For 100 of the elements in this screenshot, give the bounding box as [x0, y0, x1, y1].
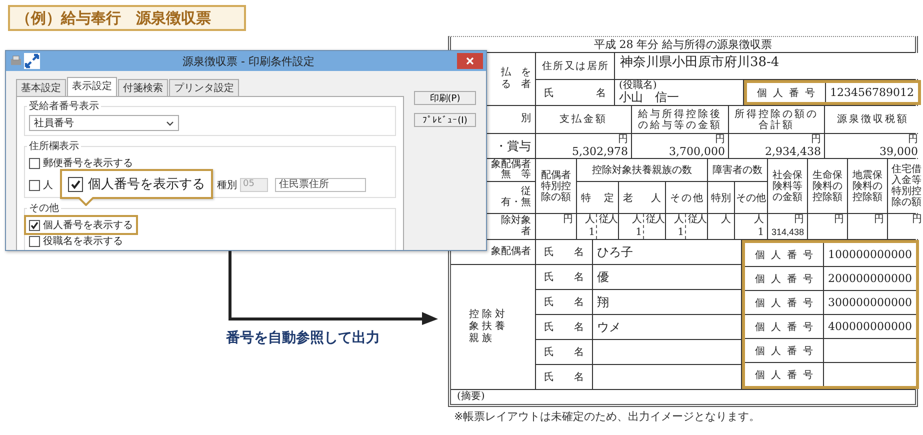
field-label: 個人番号: [754, 296, 814, 310]
close-button[interactable]: [457, 53, 483, 69]
tab[interactable]: 表示設定: [67, 77, 117, 96]
number-value: 300000000000: [827, 296, 913, 309]
row-label: 払 を: [501, 68, 531, 78]
number-value: 123456789012: [829, 86, 915, 99]
number-value: 100000000000: [827, 248, 913, 261]
tab[interactable]: 付箋検索: [118, 79, 168, 96]
amount-value: 5,302,978: [571, 145, 628, 158]
checkbox-label: 郵便番号を表示する: [43, 156, 133, 170]
unit-label: 人: [585, 215, 595, 225]
unit-label: 人: [632, 215, 642, 225]
text-field[interactable]: 住民票住所: [275, 178, 366, 192]
unit-label: 円: [715, 135, 725, 145]
unit-label: 円: [908, 135, 918, 145]
field-label: 氏名: [543, 86, 607, 100]
column-header: 特別: [711, 192, 731, 204]
column-header: 源泉徴収税額: [837, 114, 909, 125]
chevron-down-icon: [166, 120, 174, 126]
name-value: 小山 信一: [619, 91, 679, 105]
field-label: 氏名: [543, 296, 585, 309]
name-value: 優: [597, 268, 609, 286]
unit-label: 従人: [646, 215, 664, 225]
dialog-title: 源泉徴収票 - 印刷条件設定: [182, 54, 316, 68]
dropdown[interactable]: 社員番号: [29, 115, 179, 131]
column-header: その他: [736, 192, 766, 204]
unit-label: 人: [674, 215, 684, 225]
unit-label: 円: [811, 135, 821, 145]
arrow-caption: 番号を自動参照して出力: [226, 329, 381, 347]
checkbox[interactable]: [29, 180, 40, 190]
count-value: 1: [636, 227, 642, 238]
count-value: 1: [588, 227, 595, 238]
column-header: 地震保険料の控除額: [852, 170, 884, 202]
row-label: 象配偶者: [491, 160, 531, 170]
name-value: ひろ子: [597, 244, 633, 260]
group-title: 住所欄表示: [28, 140, 80, 153]
expand-arrows-icon: [24, 53, 40, 69]
row-label: 無 等: [501, 170, 531, 180]
title-banner: （例）給与奉行 源泉徴収票: [8, 5, 246, 31]
column-header: 給与所得控除後の給与等の金額: [637, 108, 723, 130]
row-label: 従: [521, 187, 531, 197]
column-header: 障害者の数: [712, 164, 762, 177]
tab[interactable]: 基本設定: [16, 79, 66, 96]
column-header: その他: [669, 192, 704, 204]
unit-label: 従人: [599, 215, 617, 225]
footnote: ※帳票レイアウトは未確定のため、出力イメージとなります。: [454, 410, 762, 423]
field-label: 氏名: [543, 370, 585, 384]
row-label: ・賞与: [495, 140, 531, 152]
row-label: 有・無: [501, 198, 531, 208]
unit-label: 人: [754, 215, 764, 225]
unit-label: 円: [912, 215, 922, 225]
unit-label: 円: [618, 135, 628, 145]
row-label: 象配偶者: [491, 246, 531, 258]
column-header: 社会保険料等の金額: [772, 170, 804, 202]
tab[interactable]: プリンタ設定: [169, 79, 239, 96]
field-label: 種別: [217, 179, 237, 192]
checkbox[interactable]: [29, 220, 40, 230]
unit-label: 円: [794, 215, 804, 225]
close-icon: [466, 57, 474, 65]
amount-value: 3,700,000: [668, 145, 725, 158]
unit-label: 人: [721, 215, 731, 225]
dialog-button[interactable]: 印刷(P): [414, 91, 476, 105]
remarks-label: (摘要): [457, 391, 485, 402]
row-label: る 者: [501, 80, 531, 90]
field-label: 個人番号: [754, 272, 814, 286]
amount-value: 2,934,438: [764, 145, 821, 158]
unit-label: 従人: [688, 215, 706, 225]
field-label: 個人番号: [754, 368, 814, 382]
count-value: 1: [678, 227, 684, 238]
field-label: 個人番号: [756, 86, 816, 100]
row-label: 者: [521, 226, 531, 237]
column-header: 配偶者特別控除の額: [540, 170, 572, 202]
column-header: 所得控除の額の合計額: [734, 108, 820, 130]
column-header: 生命保険料の控除額: [812, 170, 844, 202]
checkbox[interactable]: [29, 236, 40, 246]
checkbox-label: 役職名を表示する: [43, 234, 123, 248]
unit-label: 円: [874, 215, 884, 225]
field-label: 氏名: [543, 320, 585, 334]
field-label: 氏名: [543, 270, 585, 284]
name-value: ウメ: [597, 318, 621, 336]
count-value: 1: [758, 227, 764, 238]
number-value: 200000000000: [827, 272, 913, 285]
column-header: 控除対象扶養親族の数: [592, 164, 692, 177]
column-header: 特定: [580, 192, 615, 204]
dialog-button[interactable]: ﾌﾟﾚﾋﾞｭｰ(I): [414, 113, 476, 127]
amount-value: 314,438: [771, 227, 804, 238]
number-value: 400000000000: [827, 320, 913, 333]
printer-icon: [10, 55, 22, 67]
column-header: 支払金額: [560, 114, 608, 125]
field-label: 住所又は居所: [541, 60, 609, 73]
field-label: 氏名: [543, 346, 585, 359]
field-label: 個人番号: [754, 320, 814, 334]
group-title: 受給者番号表示: [28, 100, 100, 113]
checkbox-label: 個人番号を表示する: [43, 218, 133, 232]
name-value: 翔: [597, 294, 609, 310]
field-label: 個人番号: [754, 248, 814, 262]
callout-text: 個人番号を表示する: [88, 176, 205, 193]
checkbox[interactable]: [29, 158, 40, 168]
column-header: 住宅借入金等特別控除の額: [890, 164, 922, 208]
role-note: (役職名): [619, 80, 657, 92]
